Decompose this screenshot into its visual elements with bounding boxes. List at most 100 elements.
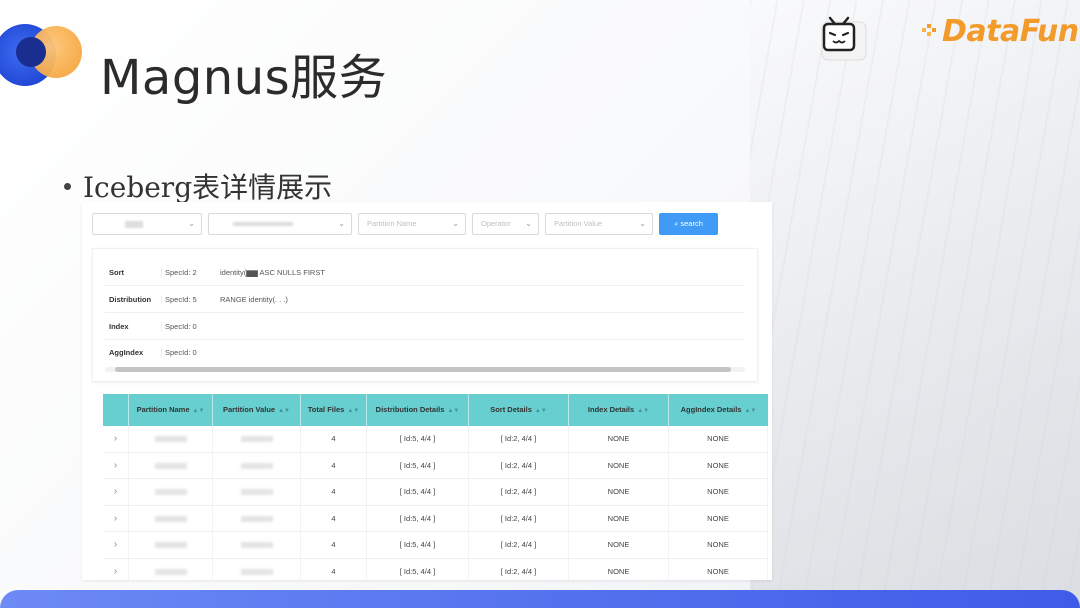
spec-key: Sort [109, 268, 124, 277]
redacted-cell [213, 559, 301, 580]
spec-id: SpecId: 2 [161, 260, 197, 286]
expand-row-button[interactable]: › [103, 452, 129, 479]
redacted-value [240, 542, 273, 549]
redacted-cell [129, 452, 213, 479]
chevron-right-icon: › [113, 512, 118, 524]
spec-key: Index [109, 322, 129, 331]
redacted-cell [129, 505, 213, 532]
chevron-right-icon: › [113, 486, 118, 498]
column-header-aggindex-details[interactable]: AggIndex Details ▲▼ [669, 394, 768, 426]
column-header-index-details[interactable]: Index Details ▲▼ [569, 394, 669, 426]
redacted-cell [129, 426, 213, 452]
chevron-down-icon: ⌄ [525, 219, 532, 228]
table-row: › 4[ Id:5, 4/4 ][ Id:2, 4/4 ] NONE NONE [103, 452, 768, 480]
spec-id: SpecId: 0 [161, 314, 197, 340]
distribution-details-cell: [ Id:5, 4/4 ] [367, 505, 469, 532]
expand-row-button[interactable]: › [103, 505, 129, 532]
catalog-select[interactable]: ⌄ [92, 213, 202, 235]
bullet-dot [64, 183, 71, 190]
chevron-right-icon: › [113, 566, 118, 577]
spec-id: SpecId: 0 [161, 340, 197, 366]
redacted-cell [213, 532, 301, 559]
table-row: › 4[ Id:5, 4/4 ][ Id:2, 4/4 ] NONE NONE [103, 559, 768, 580]
search-button[interactable]: ⌕ search [659, 213, 718, 235]
total-files-cell: 4 [301, 452, 367, 479]
redacted-cell [129, 532, 213, 559]
chevron-right-icon: › [113, 433, 118, 444]
redacted-value [154, 515, 187, 522]
redacted-cell [213, 452, 301, 479]
total-files-cell: 4 [301, 559, 367, 580]
column-header-sort-details[interactable]: Sort Details ▲▼ [469, 394, 569, 426]
expand-row-button[interactable]: › [103, 479, 129, 506]
column-label: Total Files [307, 405, 345, 414]
chevron-right-icon: › [113, 539, 118, 551]
index-details-cell: NONE [569, 479, 669, 506]
expand-row-button[interactable]: › [103, 532, 129, 559]
slide-logo-circles [0, 22, 90, 94]
column-header-partition-value[interactable]: Partition Value ▲▼ [213, 394, 301, 426]
sort-details-cell: [ Id:2, 4/4 ] [469, 559, 569, 580]
sort-icon: ▲▼ [534, 408, 547, 414]
chevron-down-icon: ⌄ [452, 219, 459, 228]
chevron-right-icon: › [113, 459, 118, 471]
redacted-value [240, 462, 273, 469]
expand-row-button[interactable]: › [103, 426, 129, 452]
spec-key: AggIndex [109, 348, 144, 357]
sort-icon: ▲▼ [278, 408, 290, 414]
total-files-cell: 4 [301, 426, 367, 452]
index-details-cell: NONE [569, 532, 669, 559]
distribution-details-cell: [ Id:5, 4/4 ] [367, 532, 469, 559]
search-label: search [680, 219, 703, 228]
bullet-text: Iceberg表详情展示 [83, 171, 333, 204]
partition-name-select[interactable]: Partition Name ⌄ [358, 213, 466, 235]
redacted-value [125, 220, 143, 228]
column-header-distribution-details[interactable]: Distribution Details ▲▼ [367, 394, 469, 426]
operator-select[interactable]: Operator ⌄ [472, 213, 539, 235]
spec-value: identity(▆▆ ASC NULLS FIRST [220, 268, 325, 277]
total-files-cell: 4 [301, 532, 367, 559]
column-label: AggIndex Details [680, 405, 742, 414]
expand-row-button[interactable]: › [103, 559, 129, 580]
scrollbar-thumb[interactable] [115, 367, 731, 372]
aggindex-details-cell: NONE [669, 452, 768, 479]
table-header: Partition Name ▲▼ Partition Value ▲▼ Total… [103, 394, 768, 426]
table-select[interactable]: ⌄ [208, 213, 352, 235]
total-files-cell: 4 [301, 505, 367, 532]
redacted-cell [213, 505, 301, 532]
chevron-down-icon: ⌄ [338, 219, 345, 228]
sort-icon: ▲▼ [447, 408, 460, 414]
aggindex-details-cell: NONE [669, 426, 768, 452]
index-details-cell: NONE [569, 505, 669, 532]
aggindex-details-cell: NONE [669, 559, 768, 580]
table-row: › 4[ Id:5, 4/4 ][ Id:2, 4/4 ] NONE NONE [103, 505, 768, 533]
aggindex-details-cell: NONE [669, 479, 768, 506]
sort-details-cell: [ Id:2, 4/4 ] [469, 452, 569, 479]
index-details-cell: NONE [569, 426, 669, 452]
spec-row-aggindex: AggIndex SpecId: 0 [105, 340, 745, 366]
sort-icon: ▲▼ [744, 408, 757, 414]
partition-value-placeholder: Partition Value [554, 219, 603, 228]
total-files-cell: 4 [301, 479, 367, 506]
redacted-value [240, 569, 273, 576]
distribution-details-cell: [ Id:5, 4/4 ] [367, 426, 469, 452]
sort-details-cell: [ Id:2, 4/4 ] [469, 532, 569, 559]
redacted-cell [129, 559, 213, 580]
spec-id: SpecId: 5 [161, 287, 197, 313]
column-header-total-files[interactable]: Total Files ▲▼ [301, 394, 367, 426]
filter-bar: ⌄ ⌄ Partition Name ⌄ Operator ⌄ Partitio… [82, 202, 772, 246]
redacted-value [154, 489, 187, 496]
sort-icon: ▲▼ [192, 408, 205, 414]
bullet-point: Iceberg表详情展示 [64, 166, 332, 206]
spec-row-sort: Sort SpecId: 2 identity(▆▆ ASC NULLS FIR… [105, 260, 745, 286]
partition-value-select[interactable]: Partition Value ⌄ [545, 213, 653, 235]
horizontal-scrollbar[interactable] [105, 367, 745, 372]
redacted-value [154, 542, 187, 549]
table-spec-card: Sort SpecId: 2 identity(▆▆ ASC NULLS FIR… [92, 248, 758, 382]
redacted-value [240, 515, 273, 522]
column-label: Partition Name [136, 405, 190, 414]
aggindex-details-cell: NONE [669, 505, 768, 532]
redacted-value [240, 489, 273, 496]
column-header-partition-name[interactable]: Partition Name ▲▼ [129, 394, 213, 426]
spec-row-index: Index SpecId: 0 [105, 314, 745, 340]
